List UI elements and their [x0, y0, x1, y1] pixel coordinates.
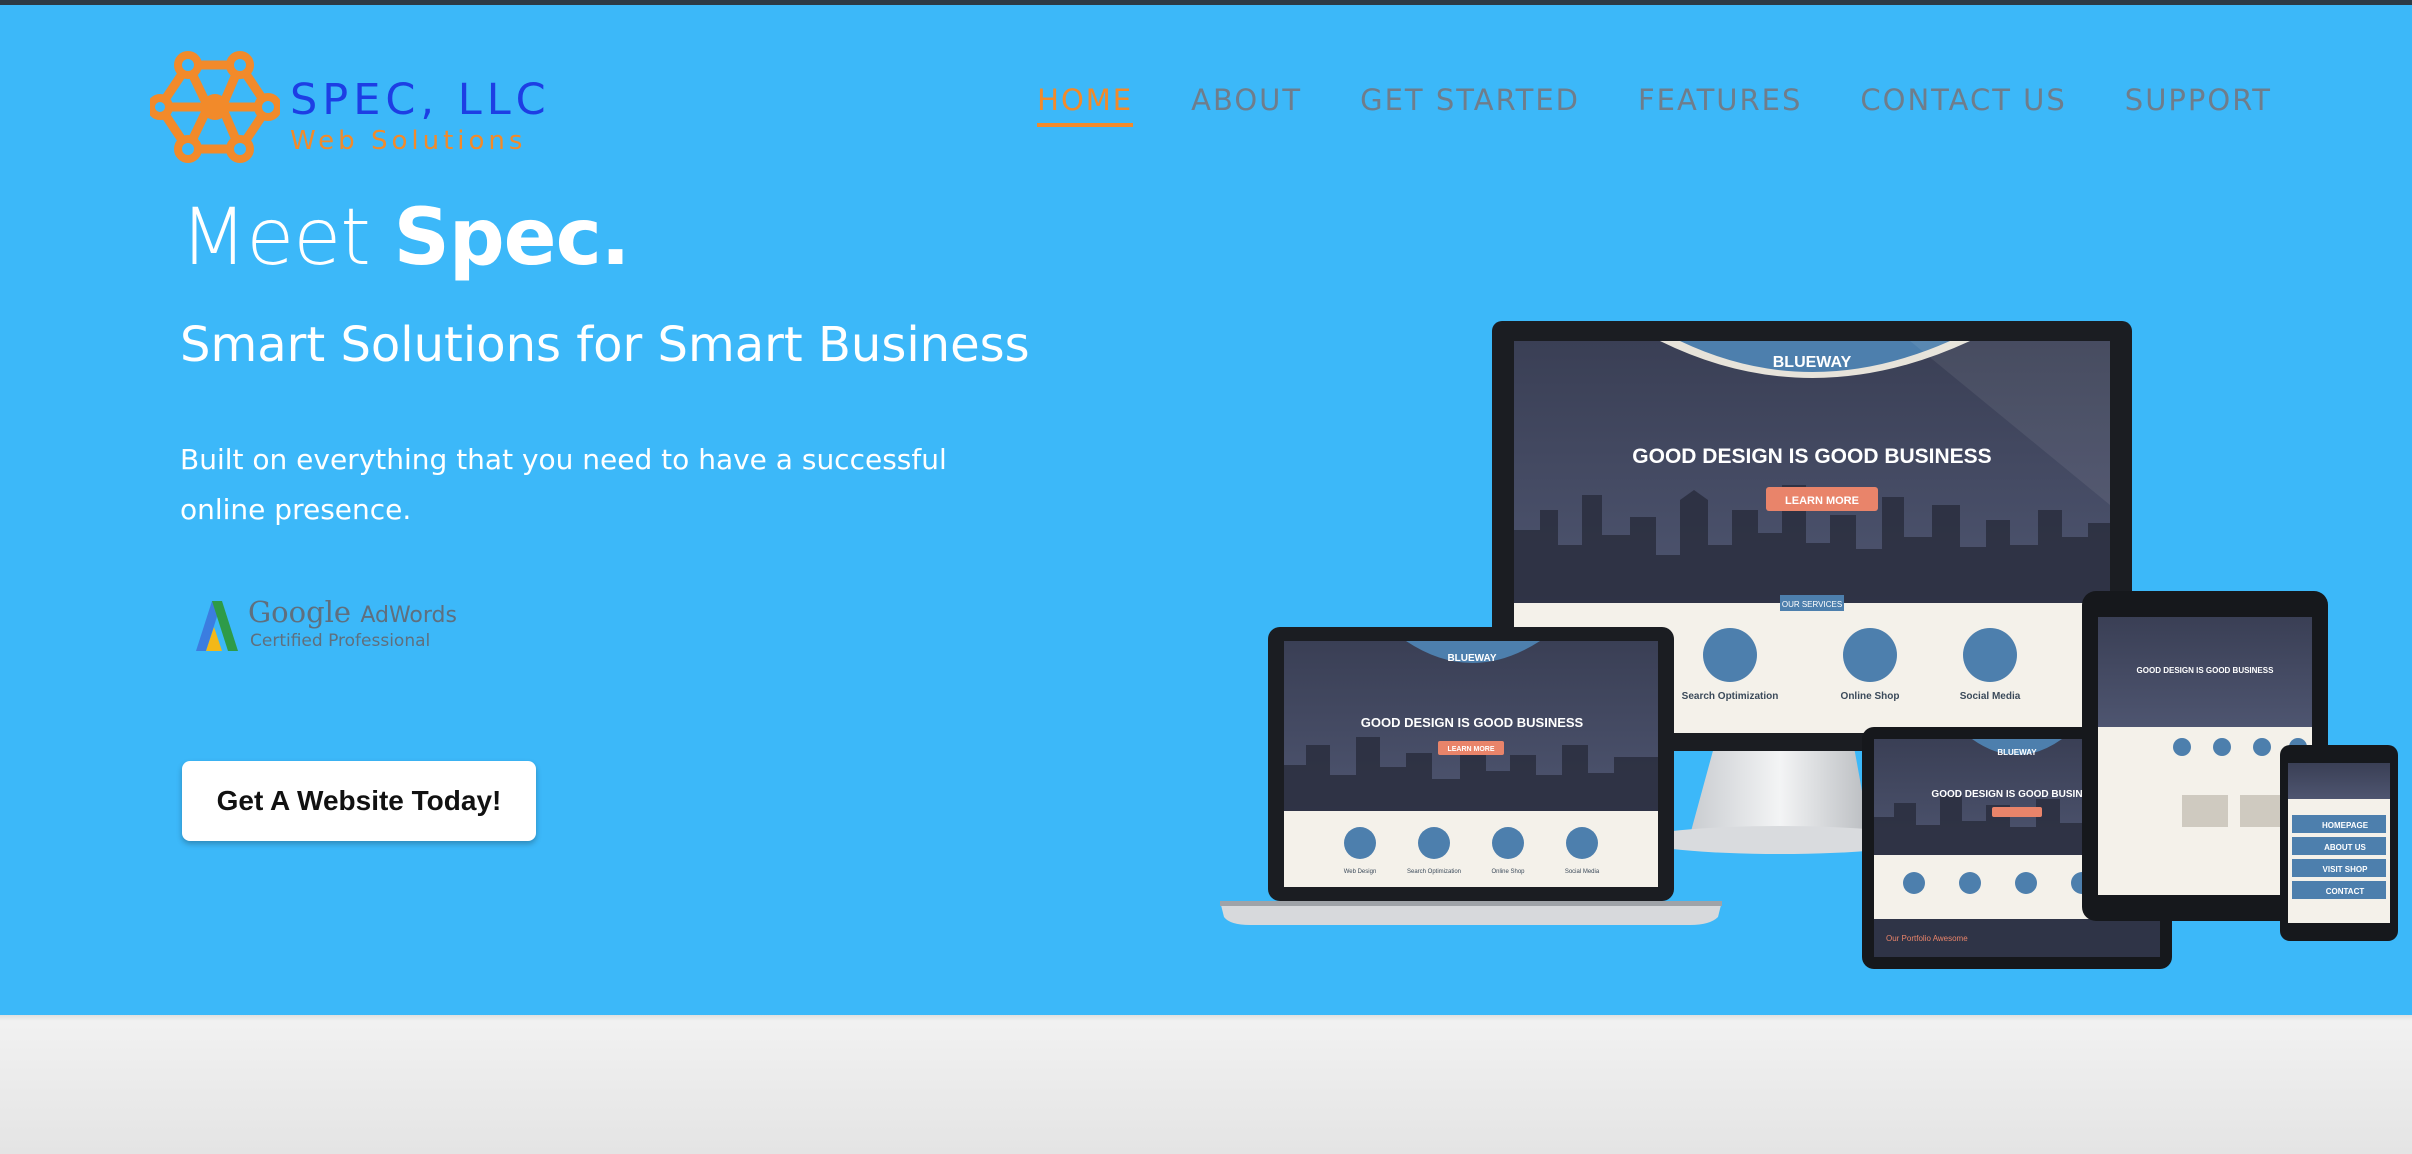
- tablet-site-name: BLUEWAY: [1997, 748, 2037, 757]
- section-divider-shadow: [0, 1015, 2412, 1021]
- laptop-service-4: Social Media: [1565, 869, 1600, 875]
- monitor-our-services: OUR SERVICES: [1782, 600, 1842, 609]
- phone-mockup: HOMEPAGE ABOUT US VISIT SHOP CONTACT: [2280, 745, 2398, 941]
- monitor-service-2: Search Optimization: [1682, 691, 1779, 702]
- headline-light: Meet: [180, 193, 394, 283]
- tablet-banner-title: GOOD DESIGN IS GOOD BUSINESS: [1931, 789, 2102, 800]
- hero-subheadline: Smart Solutions for Smart Business: [180, 317, 1030, 373]
- laptop-service-3: Online Shop: [1491, 869, 1525, 875]
- brand-name: SPEC, LLC: [290, 75, 551, 125]
- get-website-button[interactable]: Get A Website Today!: [182, 761, 536, 841]
- phone-menu-2: ABOUT US: [2324, 843, 2366, 852]
- laptop-site-name: BLUEWAY: [1447, 653, 1496, 664]
- laptop-service-1: Web Design: [1344, 869, 1377, 875]
- laptop-learn-more: LEARN MORE: [1447, 746, 1494, 753]
- hero-section: SPEC, LLC Web Solutions HOME ABOUT GET S…: [0, 5, 2412, 1015]
- nav-support[interactable]: SUPPORT: [2125, 83, 2272, 127]
- laptop-banner-title: GOOD DESIGN IS GOOD BUSINESS: [1361, 715, 1584, 730]
- nav-get-started[interactable]: GET STARTED: [1360, 83, 1580, 127]
- hero-headline: Meet Spec.: [180, 193, 631, 283]
- brand-tagline: Web Solutions: [290, 126, 527, 156]
- brand-logo[interactable]: SPEC, LLC Web Solutions: [150, 45, 546, 170]
- nav-about[interactable]: ABOUT: [1191, 83, 1302, 127]
- headline-bold: Spec.: [393, 193, 631, 283]
- adwords-badge: Google AdWords Certified Professional: [192, 595, 457, 655]
- badge-adwords-word: AdWords: [360, 603, 457, 628]
- phone-menu-1: HOMEPAGE: [2322, 821, 2369, 830]
- tablet-portfolio-text: Our Portfolio Awesome: [1886, 934, 1968, 943]
- responsive-devices-image: BLUEWAY GOOD DESIGN IS GOOD BUSINESS LEA…: [1220, 321, 2398, 969]
- nav-contact-us[interactable]: CONTACT US: [1860, 83, 2066, 127]
- monitor-learn-more: LEARN MORE: [1785, 495, 1859, 507]
- monitor-service-4: Social Media: [1960, 691, 2021, 702]
- adwords-logo-icon: [196, 601, 238, 651]
- monitor-site-name: BLUEWAY: [1773, 354, 1852, 371]
- next-section: [0, 1015, 2412, 1154]
- network-logo-icon: [150, 51, 280, 163]
- laptop-mockup: BLUEWAY GOOD DESIGN IS GOOD BUSINESS LEA…: [1220, 627, 1722, 925]
- laptop-service-2: Search Optimization: [1407, 869, 1461, 875]
- badge-certified-text: Certified Professional: [250, 631, 431, 651]
- nav-home[interactable]: HOME: [1037, 83, 1134, 127]
- monitor-banner-title: GOOD DESIGN IS GOOD BUSINESS: [1632, 445, 1991, 468]
- badge-google-word: Google: [248, 595, 352, 629]
- hero-description: Built on everything that you need to hav…: [180, 443, 947, 526]
- tablet-portrait-banner-title: GOOD DESIGN IS GOOD BUSINESS: [2137, 666, 2275, 675]
- badge-google-text: Google AdWords: [248, 595, 457, 629]
- phone-menu-3: VISIT SHOP: [2323, 865, 2369, 874]
- phone-menu-4: CONTACT: [2326, 887, 2365, 896]
- monitor-service-3: Online Shop: [1841, 691, 1900, 702]
- main-nav: HOME ABOUT GET STARTED FEATURES CONTACT …: [1037, 83, 2272, 127]
- nav-features[interactable]: FEATURES: [1638, 83, 1802, 127]
